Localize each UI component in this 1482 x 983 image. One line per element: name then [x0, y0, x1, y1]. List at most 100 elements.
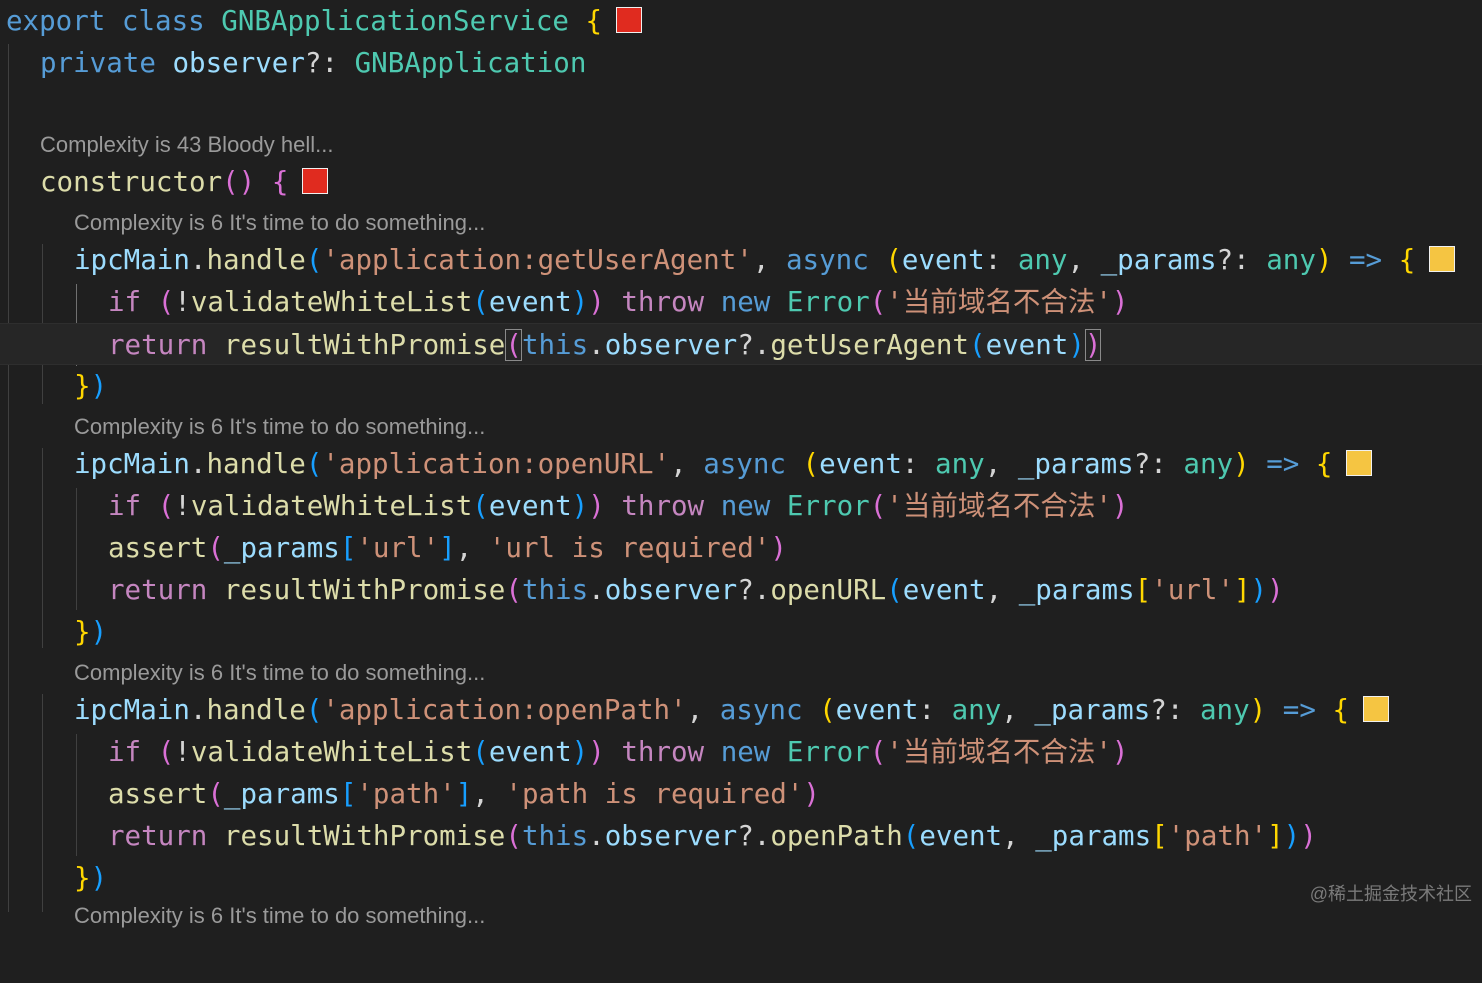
code-token: [: [1134, 574, 1152, 606]
code-line-assert[interactable]: assert(_params['url'], 'url is required'…: [0, 527, 1482, 569]
code-token: this: [521, 820, 589, 852]
code-token: new: [720, 286, 771, 318]
code-token: any: [935, 448, 985, 480]
code-token: event: [819, 448, 902, 480]
code-token: openPath: [770, 820, 903, 852]
code-token: 'path': [1167, 820, 1268, 852]
code-line-handle-openPath[interactable]: ipcMain.handle('application:openPath', a…: [0, 689, 1482, 731]
code-token: 'path': [356, 778, 456, 810]
code-line-constructor[interactable]: constructor() {: [0, 161, 1482, 203]
code-token: _params: [1018, 574, 1135, 606]
code-token: 'url': [356, 532, 440, 564]
codelens-complexity-handler-2[interactable]: Complexity is 6 It's time to do somethin…: [0, 409, 1482, 445]
code-token: {: [1398, 244, 1416, 276]
code-token: {: [1332, 694, 1350, 726]
code-token: _params: [223, 532, 340, 564]
code-token: (: [802, 448, 820, 480]
code-token: any: [1017, 244, 1068, 276]
code-token: :: [918, 694, 936, 726]
code-token: 'url': [1151, 574, 1234, 606]
code-token: this: [521, 329, 589, 361]
code-token: ): [1111, 490, 1129, 522]
code-token: any: [951, 694, 1002, 726]
code-token: resultWithPromise: [223, 820, 506, 852]
code-token: ,: [670, 448, 687, 480]
code-token: ipcMain: [74, 448, 190, 480]
code-token: handle: [206, 694, 306, 726]
code-token: validateWhiteList: [190, 286, 473, 318]
constructor-keyword: constructor: [40, 166, 223, 198]
code-token: new: [720, 736, 771, 768]
code-token: _params: [1017, 448, 1134, 480]
code-line-close[interactable]: }): [0, 611, 1482, 653]
codelens-complexity-handler-1[interactable]: Complexity is 6 It's time to do somethin…: [0, 205, 1482, 241]
code-token: .: [588, 820, 605, 852]
channel-string: 'application:getUserAgent': [322, 244, 753, 276]
code-token: observer: [604, 820, 738, 852]
code-token: =>: [1266, 448, 1300, 480]
class-name: GNBApplicationService: [221, 5, 569, 37]
code-line-close[interactable]: }): [0, 857, 1482, 899]
keyword-class: class: [121, 5, 205, 37]
code-token: ,: [686, 694, 704, 726]
code-token: ): [803, 778, 820, 810]
code-token: ?:: [1133, 448, 1167, 480]
code-line-handle-openURL[interactable]: ipcMain.handle('application:openURL', as…: [0, 443, 1482, 485]
code-token: !: [174, 736, 191, 768]
code-token: (: [869, 286, 887, 318]
brace: {: [271, 166, 289, 198]
code-token: [: [339, 778, 357, 810]
code-token: ,: [472, 778, 489, 810]
code-token: (: [969, 329, 986, 361]
code-token: throw: [621, 490, 705, 522]
codelens-complexity-handler-3[interactable]: Complexity is 6 It's time to do somethin…: [0, 655, 1482, 691]
code-line-class-declaration[interactable]: export class GNBApplicationService {: [0, 0, 1482, 42]
code-token: throw: [621, 736, 705, 768]
code-token: (: [305, 448, 323, 480]
code-token: (: [305, 244, 323, 276]
codelens-complexity-constructor[interactable]: Complexity is 43 Bloody hell...: [0, 127, 1482, 163]
code-line-if-validate[interactable]: if (!validateWhiteList(event)) throw new…: [0, 281, 1482, 323]
codelens-complexity-handler-4[interactable]: Complexity is 6 It's time to do somethin…: [0, 898, 1482, 934]
code-token: ): [90, 862, 108, 894]
code-token: ): [1111, 736, 1129, 768]
code-token: ): [1267, 574, 1284, 606]
code-token: ,: [752, 244, 770, 276]
code-line-assert[interactable]: assert(_params['path'], 'path is require…: [0, 773, 1482, 815]
code-token: }: [74, 862, 91, 894]
complexity-medium-marker: [1429, 246, 1456, 272]
code-token: ,: [455, 532, 473, 564]
brace: {: [585, 5, 603, 37]
code-token: ?.: [737, 820, 771, 852]
watermark: @稀土掘金技术社区: [1309, 884, 1472, 904]
code-token: (: [505, 574, 522, 606]
code-token: observer: [604, 574, 738, 606]
code-token: assert: [108, 532, 208, 564]
code-line-handle-getUserAgent[interactable]: ipcMain.handle('application:getUserAgent…: [0, 239, 1482, 281]
code-token: }: [74, 370, 91, 402]
code-line-close[interactable]: }): [0, 365, 1482, 407]
code-token: 'path is required': [505, 778, 804, 810]
code-token: ): [90, 616, 108, 648]
code-token: any: [1266, 244, 1316, 276]
code-token: (: [472, 286, 489, 318]
complexity-medium-marker: [1346, 450, 1373, 476]
code-token: '当前域名不合法': [886, 736, 1112, 768]
code-token: ): [571, 736, 589, 768]
code-line-observer-field[interactable]: private observer?: GNBApplication: [0, 42, 1482, 84]
code-line-if-validate[interactable]: if (!validateWhiteList(event)) throw new…: [0, 485, 1482, 527]
code-line-if-validate[interactable]: if (!validateWhiteList(event)) throw new…: [0, 731, 1482, 773]
code-token: ): [571, 286, 589, 318]
code-line-return[interactable]: return resultWithPromise(this.observer?.…: [0, 815, 1482, 857]
code-token: :: [901, 448, 919, 480]
code-token: [: [1151, 820, 1168, 852]
code-token: new: [720, 490, 771, 522]
code-line-return[interactable]: return resultWithPromise(this.observer?.…: [0, 569, 1482, 611]
code-token: ): [1250, 574, 1268, 606]
channel-string: 'application:openURL': [322, 448, 671, 480]
code-token: :: [984, 244, 1002, 276]
code-token: {: [1315, 448, 1333, 480]
code-editor[interactable]: export class GNBApplicationService { pri…: [0, 0, 1482, 928]
code-line-return-current[interactable]: return resultWithPromise(this.observer?.…: [0, 323, 1482, 365]
code-token: if: [108, 490, 142, 522]
